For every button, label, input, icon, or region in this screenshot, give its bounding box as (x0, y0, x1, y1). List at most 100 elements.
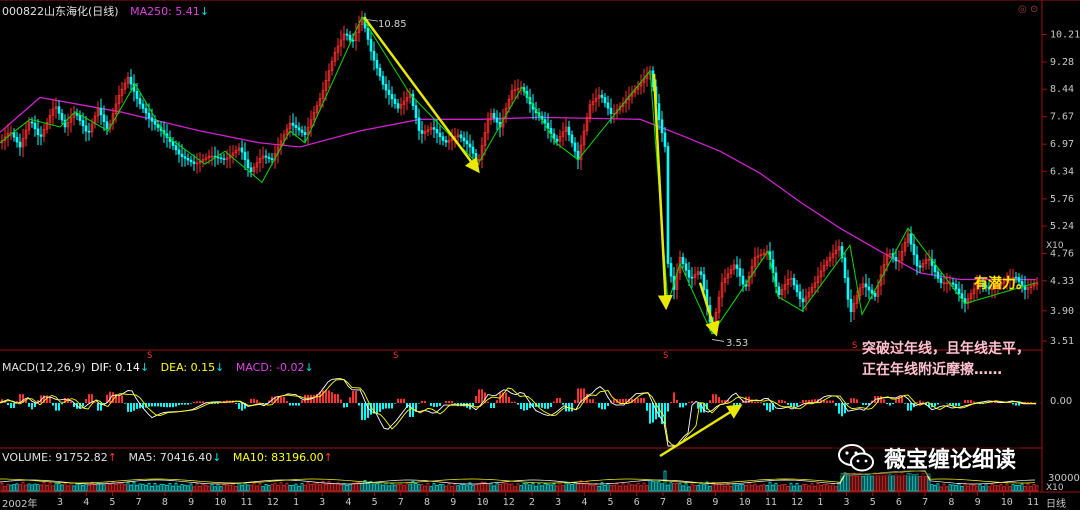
volume-bar (135, 484, 139, 492)
volume-bar (831, 483, 835, 492)
volume-bar (372, 483, 376, 492)
volume-bar (603, 485, 607, 492)
volume-bar (270, 484, 274, 492)
candle-body (60, 113, 64, 121)
candle-body (444, 140, 448, 143)
candle-body (303, 132, 307, 136)
volume-bar (747, 482, 751, 492)
candle-body (417, 117, 421, 131)
x-tick-label: 7 (922, 497, 928, 508)
volume-bar (36, 484, 40, 492)
volume-bar (840, 473, 844, 492)
volume-bar (267, 485, 271, 492)
volume-bar (660, 483, 664, 492)
volume-bar (759, 484, 763, 492)
volume-bar (24, 484, 28, 492)
volume-bar (933, 484, 937, 492)
dif-value: DIF: 0.14 (91, 361, 140, 374)
volume-bar (825, 484, 829, 492)
candle-body (186, 158, 190, 161)
volume-bar (909, 473, 913, 492)
volume-bar (174, 482, 178, 492)
volume-bar (621, 482, 625, 492)
volume-bar (18, 484, 22, 492)
candle-body (801, 298, 805, 303)
volume-bar (15, 483, 19, 492)
volume-bar (264, 483, 268, 492)
zoom-icon[interactable]: ◎ (1018, 4, 1027, 15)
volume-bar (246, 484, 250, 492)
candle-body (555, 138, 559, 142)
volume-bar (168, 483, 172, 492)
volume-bar (441, 484, 445, 492)
volume-bar (618, 485, 622, 492)
volume-bar (954, 485, 958, 492)
volume-scale-tag: X10 (1046, 483, 1064, 493)
candle-body (864, 283, 868, 288)
volume-bar (690, 483, 694, 492)
x-tick-label: 9 (188, 497, 194, 508)
stock-code: 000822 (2, 5, 44, 18)
candle-body (30, 121, 34, 124)
volume-bar (813, 485, 817, 492)
volume-bar (216, 483, 220, 492)
volume-bar (486, 484, 490, 492)
volume-bar (381, 484, 385, 492)
volume-bar (609, 485, 613, 492)
volume-bar (561, 485, 565, 492)
volume-bar (387, 485, 391, 492)
ma250-value: MA250: 5.41 (130, 5, 200, 18)
candle-body (690, 276, 694, 279)
volume-bar (588, 484, 592, 492)
volume-bar (525, 483, 529, 492)
volume-bar (3, 485, 7, 492)
low-pointer (711, 339, 725, 342)
x-tick-label: 9 (450, 497, 456, 508)
candle-body (102, 114, 106, 122)
candle-body (267, 156, 271, 159)
volume-bar (393, 484, 397, 492)
x-tick-label: 1 (293, 497, 299, 508)
candle-body (915, 254, 919, 267)
volume-bar (150, 485, 154, 492)
candle-body (570, 134, 574, 144)
volume-bar (225, 484, 229, 492)
candle-body (435, 129, 439, 134)
candle-body (351, 39, 355, 42)
volume-bar (546, 483, 550, 492)
y-tick-label: 5.24 (1050, 221, 1074, 232)
candle-body (468, 143, 472, 148)
candle-body (660, 119, 664, 134)
volume-bar (132, 481, 136, 492)
volume-bar (627, 483, 631, 492)
candle-body (492, 113, 496, 119)
volume-bar (252, 483, 256, 492)
volume-bar (435, 485, 439, 492)
volume-bar (192, 486, 196, 492)
volume-bar (861, 475, 865, 492)
candle-body (681, 256, 685, 265)
macd-title: MACD(12,26,9) (2, 361, 86, 374)
volume-bar (75, 483, 79, 492)
candle-body (873, 292, 877, 297)
volume-bar (60, 484, 64, 492)
candle-body (246, 159, 250, 169)
volume-bar (657, 481, 661, 492)
candle-body (294, 125, 298, 129)
volume-bar (351, 483, 355, 492)
volume-bar (771, 484, 775, 492)
volume-bar (519, 485, 523, 492)
candle-body (738, 268, 742, 277)
signal-marker: S (852, 341, 857, 351)
volume-bar (639, 485, 643, 492)
signal-marker: S (147, 351, 152, 361)
candle-body (909, 233, 913, 245)
volume-bar (822, 484, 826, 492)
settings-icon[interactable]: ⊙ (1030, 4, 1038, 15)
x-tick-label: 7 (136, 497, 142, 508)
volume-bar (543, 483, 547, 492)
x-tick-label: 2 (529, 497, 535, 508)
volume-bar (345, 485, 349, 492)
volume-bar (516, 483, 520, 492)
volume-bar (492, 485, 496, 492)
